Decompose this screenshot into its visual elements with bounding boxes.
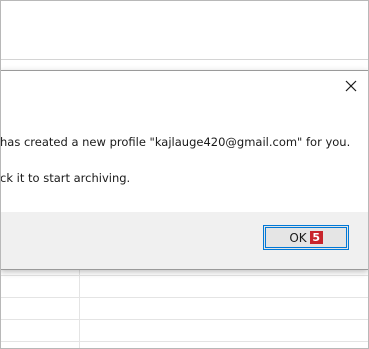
grid-line: [1, 319, 368, 320]
ok-button-label: OK: [289, 230, 307, 245]
new-profile-dialog: has created a new profile "kajlauge420@g…: [0, 70, 368, 270]
grid-line: [79, 269, 80, 348]
background-divider: [1, 59, 368, 60]
close-button[interactable]: [340, 75, 362, 97]
dialog-footer: OK 5: [1, 212, 368, 269]
dialog-message-line2: ck it to start archiving.: [0, 171, 131, 185]
grid-line: [1, 297, 368, 298]
grid-line: [1, 275, 368, 276]
grid-line: [1, 341, 368, 342]
dialog-message-line1: has created a new profile "kajlauge420@g…: [0, 135, 351, 149]
background-spreadsheet-grid: [1, 269, 368, 348]
close-icon: [345, 80, 357, 92]
ok-button[interactable]: OK 5: [263, 225, 349, 250]
countdown-badge: 5: [309, 231, 323, 244]
screen: has created a new profile "kajlauge420@g…: [0, 0, 369, 349]
